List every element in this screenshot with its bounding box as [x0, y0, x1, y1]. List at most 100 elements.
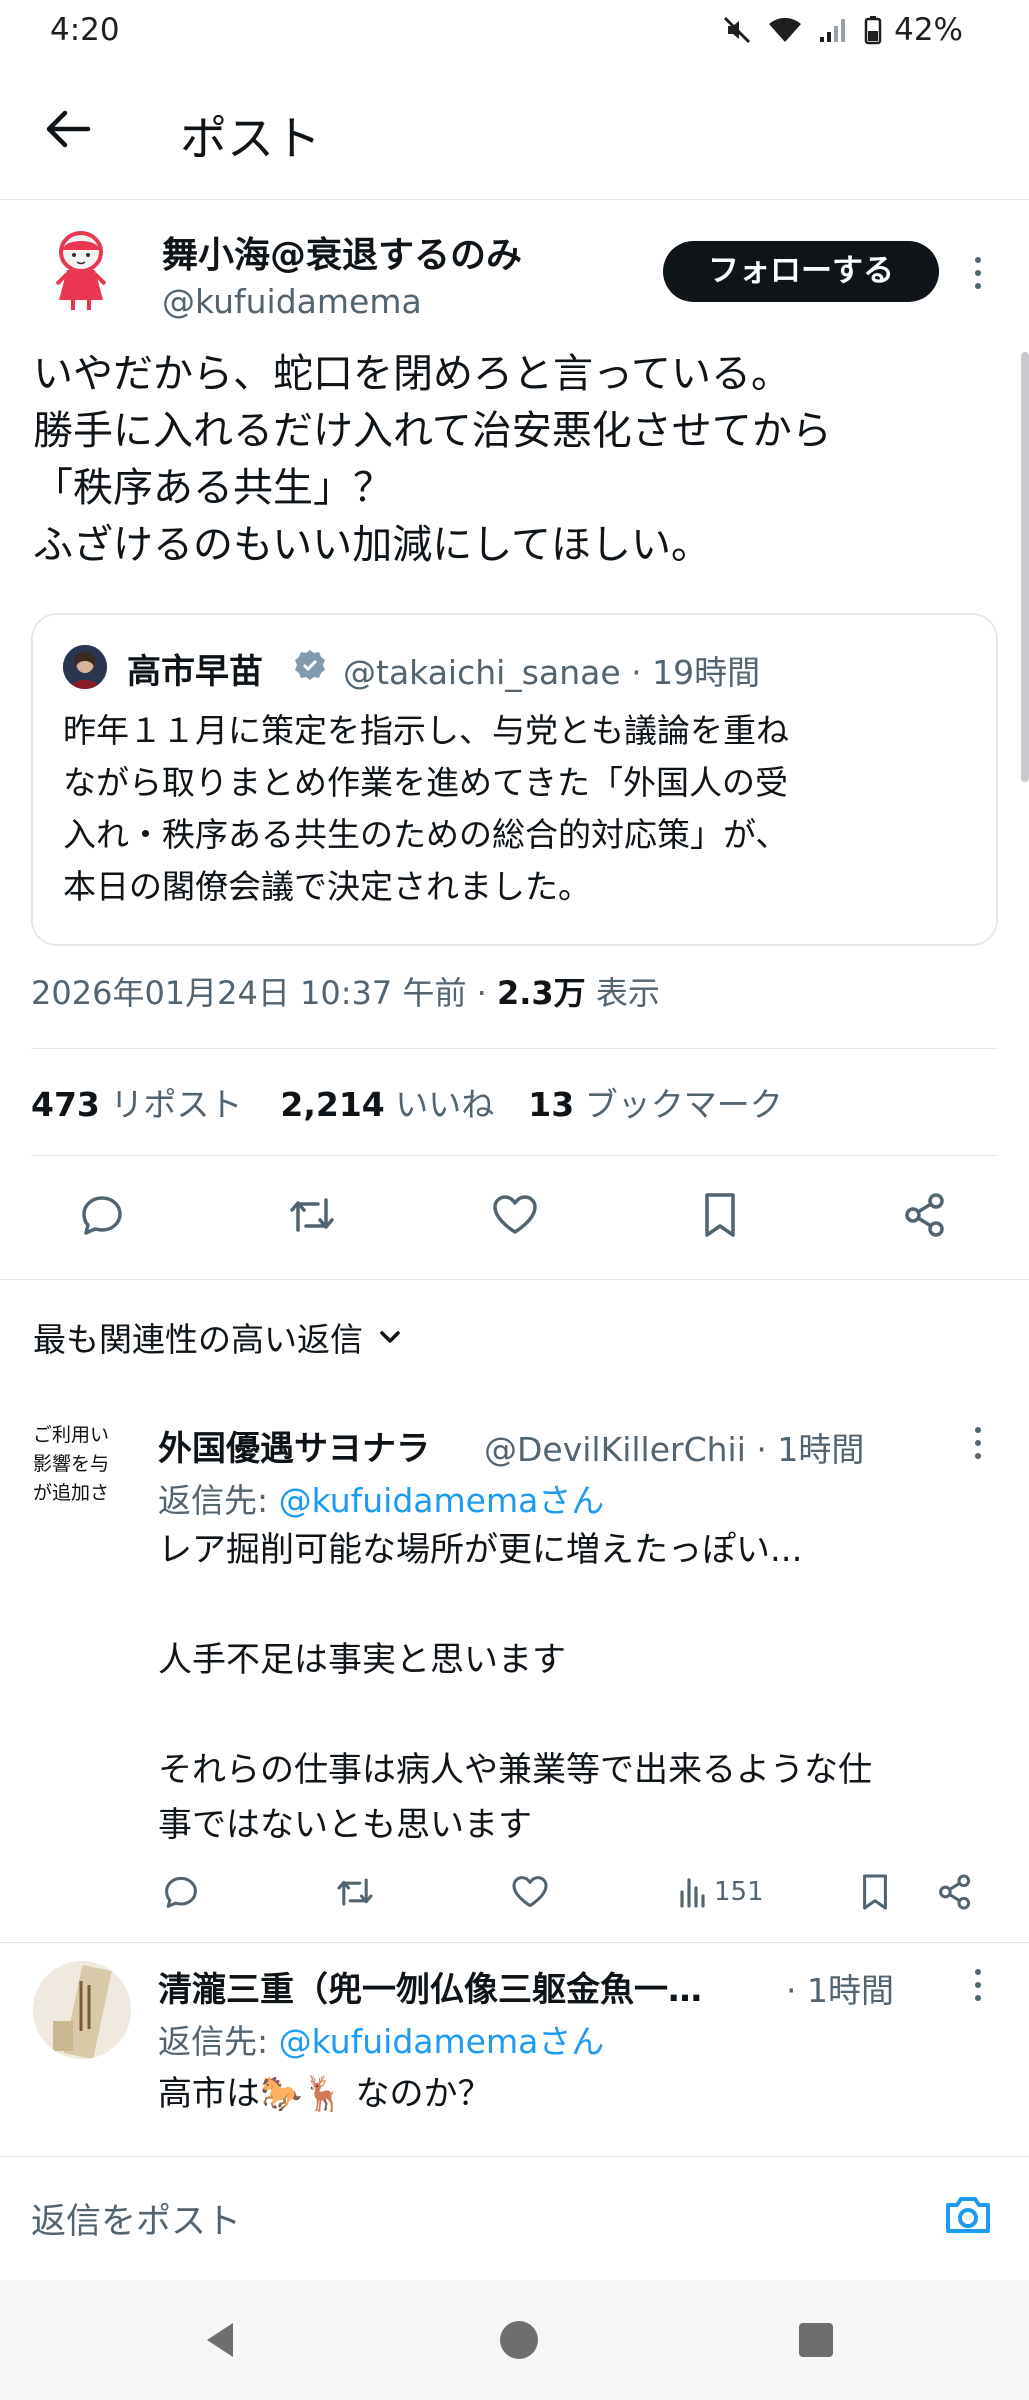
- reply-sort-dropdown[interactable]: 最も関連性の高い返信: [33, 1313, 405, 1361]
- quote-author-name: 高市早苗: [127, 652, 263, 692]
- quote-author-avatar: [63, 645, 107, 689]
- bookmarks-label: ブックマーク: [574, 1085, 783, 1124]
- share-icon: [939, 1874, 971, 1910]
- reply-input[interactable]: 返信をポスト: [31, 2193, 241, 2244]
- scrollbar[interactable]: [1021, 352, 1029, 782]
- post-stats: 473 リポスト 2,214 いいね 13 ブックマーク: [31, 1078, 783, 1126]
- reply-to-prefix: 返信先:: [158, 1481, 279, 1520]
- camera-button[interactable]: [940, 2187, 996, 2243]
- page-title: ポスト: [180, 112, 321, 167]
- triangle-back-icon: [207, 2323, 233, 2357]
- post-more-button[interactable]: [966, 248, 990, 298]
- circle-home-icon: [500, 2321, 538, 2359]
- bookmark-icon: [705, 1193, 735, 1237]
- heart-icon: [512, 1876, 548, 1908]
- more-dot: [975, 270, 981, 276]
- author-name[interactable]: 舞小海@衰退するのみ: [162, 226, 522, 278]
- follow-button[interactable]: フォローする: [663, 241, 939, 302]
- author-handle[interactable]: @kufuidamema: [162, 282, 422, 321]
- signal-icon: [820, 19, 846, 42]
- post-views-label: 表示: [585, 974, 660, 1012]
- reply-sort-label: 最も関連性の高い返信: [33, 1320, 363, 1359]
- like-button[interactable]: [500, 1862, 560, 1922]
- square-recents-icon: [799, 2323, 833, 2357]
- divider: [0, 1942, 1029, 1943]
- reply-author-avatar[interactable]: [33, 1961, 131, 2059]
- reply-to-prefix: 返信先:: [158, 2022, 279, 2061]
- wifi-icon: [769, 17, 802, 42]
- like-button[interactable]: [485, 1185, 545, 1245]
- battery-percentage: 42%: [894, 12, 963, 48]
- more-dot: [975, 1427, 981, 1433]
- reply-button[interactable]: [151, 1862, 211, 1922]
- likes-stat[interactable]: 2,214 いいね: [280, 1078, 494, 1126]
- post-datetime: 2026年01月24日 10:37 午前 ·: [31, 974, 497, 1012]
- share-button[interactable]: [925, 1862, 985, 1922]
- quoted-post[interactable]: 高市早苗 @takaichi_sanae · 19時間 昨年１１月に策定を指示し…: [31, 613, 998, 946]
- back-button[interactable]: [40, 104, 100, 154]
- reposts-label: リポスト: [99, 1085, 243, 1124]
- reply-more-button[interactable]: [966, 1960, 990, 2010]
- reposts-count: 473: [31, 1085, 100, 1124]
- author-avatar[interactable]: [33, 222, 129, 318]
- repost-button[interactable]: [282, 1185, 342, 1245]
- reply-text: 高市は🐎🦌 なのか？: [158, 2074, 492, 2114]
- post-meta: 2026年01月24日 10:37 午前 · 2.3万 表示: [31, 968, 660, 1014]
- status-bar: 4:20 42%: [0, 0, 1029, 62]
- share-icon: [905, 1193, 944, 1237]
- bookmark-button[interactable]: [690, 1185, 750, 1245]
- nav-recents-button[interactable]: [786, 2310, 846, 2370]
- more-dot: [975, 1969, 981, 1975]
- avatar-illustration: [55, 231, 107, 310]
- repost-button[interactable]: [325, 1862, 385, 1922]
- nav-back-button[interactable]: [190, 2310, 250, 2370]
- reply-author-handle[interactable]: @DevilKillerChii · 1時間: [484, 1423, 864, 1471]
- divider: [0, 1279, 1029, 1280]
- reposts-stat[interactable]: 473 リポスト: [31, 1078, 242, 1126]
- system-nav-bar: [0, 2280, 1029, 2400]
- divider: [31, 1048, 998, 1049]
- reply-author-name[interactable]: 外国優遇サヨナラ: [158, 1421, 430, 1470]
- reply-to-link[interactable]: @kufuidamemaさん: [279, 2022, 605, 2061]
- reply-author-name[interactable]: 清瀧三重（兜一刎仏像三躯金魚一…: [158, 1962, 702, 2011]
- reply-author-handle[interactable]: · 1時間: [786, 1964, 894, 2012]
- bookmark-button[interactable]: [845, 1862, 905, 1922]
- share-button[interactable]: [895, 1185, 955, 1245]
- post-views-count: 2.3万: [496, 974, 586, 1012]
- reply-actions: 151: [0, 1862, 1029, 1922]
- likes-count: 2,214: [280, 1085, 385, 1124]
- reply-icon: [165, 1876, 197, 1908]
- arrow-left-icon: [46, 110, 91, 148]
- reply-icon: [82, 1196, 122, 1235]
- nav-home-button[interactable]: [489, 2310, 549, 2370]
- quote-author-handle: @takaichi_sanae · 19時間: [343, 653, 761, 692]
- views-button[interactable]: 151: [678, 1876, 764, 1908]
- post-text: いやだから、蛇口を閉めろと言っている。 勝手に入れるだけ入れて治安悪化させてから…: [33, 351, 832, 568]
- repost-icon: [290, 1198, 334, 1232]
- battery-icon: [864, 16, 882, 45]
- more-dot: [975, 1982, 981, 1988]
- header: ポスト: [0, 62, 1029, 200]
- more-dot: [975, 1440, 981, 1446]
- likes-label: いいね: [384, 1085, 495, 1124]
- reply-composer: 返信をポスト: [0, 2156, 1029, 2280]
- more-dot: [975, 283, 981, 289]
- repost-icon: [337, 1878, 373, 1906]
- chevron-down-icon: [380, 1331, 400, 1343]
- bookmarks-count: 13: [528, 1085, 575, 1124]
- status-icons: 42%: [722, 12, 963, 48]
- reply-button[interactable]: [72, 1185, 132, 1245]
- reply-to-link[interactable]: @kufuidamemaさん: [279, 1481, 605, 1520]
- reply-to: 返信先: @kufuidamemaさん: [158, 2015, 604, 2063]
- heart-icon: [493, 1195, 537, 1234]
- reply-to: 返信先: @kufuidamemaさん: [158, 1474, 604, 1522]
- reply-text: レア掘削可能な場所が更に増えたっぽい... 人手不足は事実と思います それらの仕…: [158, 1530, 872, 1845]
- bookmarks-stat[interactable]: 13 ブックマーク: [528, 1078, 782, 1126]
- views-icon: [680, 1878, 705, 1908]
- reply-author-avatar[interactable]: ご利用い 影響を与 が追加さ: [33, 1421, 131, 1519]
- mute-icon: [724, 16, 751, 44]
- status-time: 4:20: [50, 12, 120, 48]
- avatar-photo: [33, 1961, 131, 2059]
- divider: [31, 1155, 998, 1156]
- reply-more-button[interactable]: [966, 1418, 990, 1468]
